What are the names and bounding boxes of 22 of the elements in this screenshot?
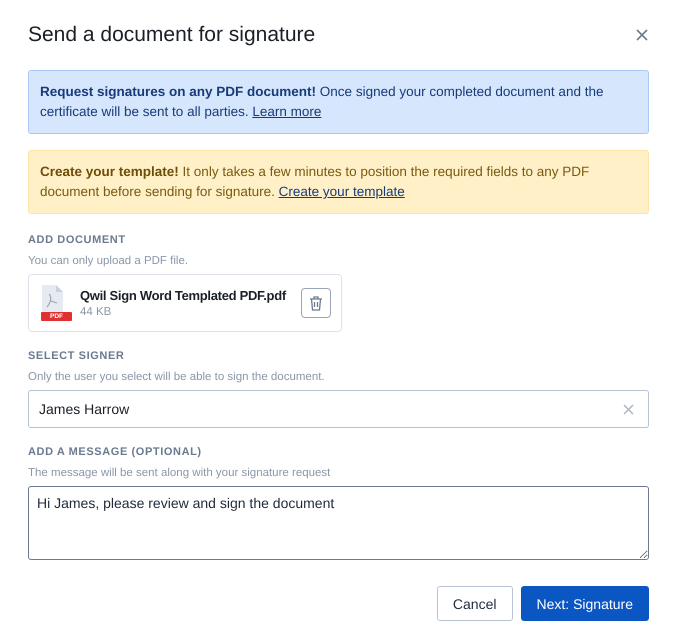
section-label: ADD DOCUMENT — [28, 233, 127, 248]
close-icon — [635, 28, 649, 42]
section-hint: The message will be sent along with your signature request — [28, 466, 332, 480]
file-name: Qwil Sign Word Templated PDF.pdf — [80, 288, 288, 303]
alert-message: Request signatures on any PDF document! Once signed your completed document and the certificate will be sent to all parties. Learn more — [28, 70, 649, 134]
section-hint: Only the user you select will be able to sign the document. — [28, 370, 326, 384]
file-size: 44 KB — [80, 306, 112, 318]
trash-icon — [308, 294, 324, 312]
section-label: ADD A MESSAGE (OPTIONAL) — [28, 445, 203, 460]
next-button[interactable]: Next: Signature — [520, 586, 649, 621]
signer-value: James Harrow — [39, 401, 130, 417]
section-label: SELECT SIGNER — [28, 349, 126, 364]
dialog-title: Send a document for signature — [28, 22, 316, 48]
message-field[interactable]: Hi James, please review and sign the document — [28, 486, 649, 560]
alert-link[interactable]: Learn more — [252, 104, 322, 119]
signer-field[interactable]: James Harrow — [28, 390, 649, 428]
section-hint: You can only upload a PDF file. — [28, 254, 190, 268]
cancel-button[interactable]: Cancel — [436, 586, 512, 621]
delete-button[interactable] — [301, 288, 331, 318]
alert-message: Create your template! It only takes a few minutes to position the required fields to any PDF document before sending for signature. Create your template — [28, 150, 649, 214]
pdf-file-icon — [41, 285, 72, 321]
alert-link[interactable]: Create your template — [278, 184, 405, 199]
